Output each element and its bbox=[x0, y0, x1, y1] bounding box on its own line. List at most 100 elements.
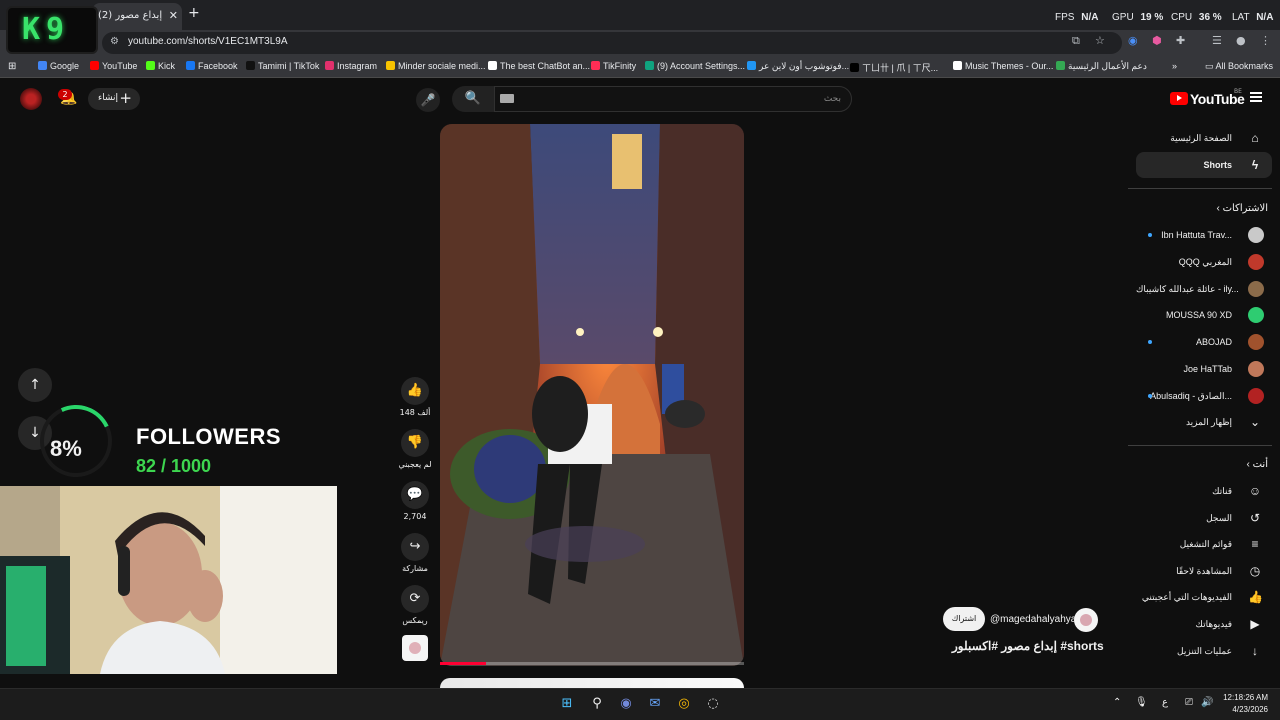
bookmark-3[interactable]: Facebook bbox=[186, 61, 238, 71]
all-bookmarks[interactable]: ▭ All Bookmarks bbox=[1205, 61, 1273, 72]
remix-button[interactable]: ⟳ ريمكس bbox=[400, 585, 430, 625]
search-input[interactable]: بحث bbox=[494, 86, 852, 112]
video-progress-bar[interactable] bbox=[440, 662, 744, 665]
sidebar-item-subscription[interactable]: QQQ المغربي bbox=[1136, 249, 1272, 275]
puzzle-icon[interactable]: ✚ bbox=[1176, 34, 1185, 47]
extension-icon[interactable]: ◉ bbox=[1128, 34, 1138, 47]
followers-label: FOLLOWERS bbox=[136, 424, 282, 449]
menu-icon[interactable]: ⋮ bbox=[1260, 34, 1271, 47]
bookmark-6[interactable]: Minder sociale medi... bbox=[386, 61, 486, 71]
like-button[interactable]: 👍 148 ألف bbox=[400, 377, 430, 417]
sound-thumbnail[interactable] bbox=[402, 635, 428, 661]
discord-icon[interactable]: ◉ bbox=[617, 695, 635, 713]
site-info-icon[interactable]: ⚙ bbox=[110, 36, 119, 47]
video-frame bbox=[440, 124, 744, 666]
create-label: إنشاء bbox=[98, 93, 119, 103]
bookmark-0[interactable]: Google bbox=[38, 61, 79, 71]
url-text[interactable]: youtube.com/shorts/V1EC1MT3L9A bbox=[128, 36, 288, 47]
new-content-dot bbox=[1148, 340, 1152, 345]
input-language[interactable]: ع bbox=[1162, 697, 1168, 708]
bookmark-7[interactable]: The best ChatBot an... bbox=[488, 61, 590, 71]
sidebar-item-history[interactable]: السجل ↺ bbox=[1136, 505, 1272, 531]
sidebar-item-shorts[interactable]: Shorts ϟ bbox=[1136, 152, 1272, 178]
reading-list-icon[interactable]: ☰ bbox=[1212, 34, 1222, 47]
system-clock[interactable]: 12:18:26 AM 4/23/2026 bbox=[1220, 692, 1268, 716]
channel-avatar bbox=[1248, 307, 1264, 324]
install-app-icon[interactable]: ⧉ bbox=[1072, 34, 1080, 48]
bookmark-11[interactable]: ㄒㄩ卄 | 爪 | ㄒ尺... bbox=[850, 61, 938, 74]
dislike-button[interactable]: 👎 لم يعجبني bbox=[398, 429, 432, 469]
bookmark-9[interactable]: (9) Account Settings... bbox=[645, 61, 745, 71]
chrome-icon[interactable]: ◎ bbox=[675, 695, 693, 713]
sidebar-item-home[interactable]: الصفحة الرئيسية ⌂ bbox=[1136, 125, 1272, 151]
close-icon[interactable]: ✕ bbox=[169, 9, 178, 22]
sidebar-item-watch-later[interactable]: المشاهدة لاحقًا ◷ bbox=[1136, 558, 1272, 584]
shield-extension-icon[interactable]: ⬢ bbox=[1152, 34, 1162, 47]
goal-percent: 8% bbox=[50, 436, 82, 461]
clock-date: 4/23/2026 bbox=[1232, 705, 1268, 714]
bookmark-4[interactable]: Tamimi | TikTok bbox=[246, 61, 319, 71]
voice-search-mic-icon[interactable]: 🎤 bbox=[416, 88, 440, 112]
chevron-down-icon: ⌄ bbox=[1249, 415, 1261, 429]
taskbar-search-icon[interactable]: ⚲ bbox=[588, 695, 606, 713]
comments-button[interactable]: 💬 2,704 bbox=[400, 481, 430, 521]
share-button[interactable]: ↪ مشاركة bbox=[400, 533, 430, 573]
sidebar-item-downloads[interactable]: عمليات التنزيل ↓ bbox=[1136, 638, 1272, 664]
more-bookmarks-icon[interactable]: » bbox=[1172, 61, 1177, 71]
sidebar-item-subscription[interactable]: Abulsadiq - الصادق... bbox=[1136, 383, 1272, 409]
hamburger-menu-icon[interactable] bbox=[1250, 92, 1262, 102]
previous-short-button[interactable]: ↑ bbox=[18, 368, 52, 402]
bookmark-favicon bbox=[953, 61, 962, 70]
channel-avatar bbox=[1248, 361, 1264, 377]
sidebar-item-channel[interactable]: قناتك ☺ bbox=[1136, 478, 1272, 504]
mail-icon[interactable]: ✉ bbox=[646, 695, 664, 713]
windows-start-icon[interactable]: ⊞ bbox=[558, 695, 576, 713]
bookmark-2[interactable]: Kick bbox=[146, 61, 175, 71]
tray-chevron-up-icon[interactable]: ⌃ bbox=[1113, 697, 1121, 708]
region-code: BE bbox=[1234, 88, 1242, 95]
sidebar-item-subscription[interactable]: ABOJAD bbox=[1136, 329, 1272, 355]
shorts-icon: ϟ bbox=[1251, 158, 1259, 172]
subscription-name: MOUSSA 90 XD bbox=[1165, 310, 1232, 321]
sidebar-item-liked[interactable]: الفيديوهات التي أعجبتني 👍 bbox=[1136, 584, 1272, 610]
bookmark-8[interactable]: TikFinity bbox=[591, 61, 636, 71]
channel-handle[interactable]: @magedahalyahya bbox=[990, 614, 1076, 625]
bookmark-star-icon[interactable]: ☆ bbox=[1095, 34, 1105, 47]
sidebar-item-subscription[interactable]: Joe HaTTab bbox=[1136, 356, 1272, 382]
bookmark-10[interactable]: فوتوشوب أون لاين عر... bbox=[747, 61, 849, 72]
sidebar-item-subscription[interactable]: MOUSSA 90 XD bbox=[1136, 302, 1272, 328]
create-button[interactable]: إنشاء + bbox=[88, 88, 140, 110]
profile-icon[interactable]: ● bbox=[1236, 34, 1246, 47]
network-icon[interactable]: ⎚ bbox=[1185, 697, 1193, 708]
bookmark-favicon bbox=[146, 61, 155, 70]
obs-icon[interactable]: ◌ bbox=[704, 695, 722, 713]
keyboard-icon[interactable] bbox=[500, 94, 514, 103]
windows-taskbar bbox=[0, 688, 1280, 720]
account-avatar[interactable] bbox=[20, 88, 42, 110]
tray-mic-icon[interactable]: 🎙 bbox=[1135, 697, 1148, 708]
new-tab-icon[interactable]: + bbox=[188, 5, 200, 21]
browser-tab[interactable]: إبداع مصور (2) ✕ bbox=[92, 3, 182, 30]
downloads-icon: ↓ bbox=[1252, 643, 1258, 658]
bookmark-5[interactable]: Instagram bbox=[325, 61, 377, 71]
bookmark-1[interactable]: YouTube bbox=[90, 61, 137, 71]
liked-icon: 👍 bbox=[1248, 590, 1263, 605]
bookmark-12[interactable]: Music Themes - Our... bbox=[953, 61, 1053, 71]
bookmark-13[interactable]: دعم الأعمال الرئيسية bbox=[1056, 61, 1147, 72]
you-header[interactable]: ‹ أنت bbox=[1136, 459, 1269, 470]
subscriptions-header[interactable]: ‹ الاشتراكات bbox=[1136, 203, 1268, 214]
short-video-player[interactable] bbox=[440, 124, 744, 666]
share-label: مشاركة bbox=[402, 564, 428, 573]
sidebar-item-playlists[interactable]: قوائم التشغيل ≡ bbox=[1136, 531, 1272, 557]
short-title[interactable]: إبداع مصور #اكسبلور #shorts bbox=[952, 639, 1104, 653]
channel-avatar[interactable] bbox=[1074, 608, 1098, 632]
apps-icon[interactable]: ⊞ bbox=[8, 61, 16, 72]
show-more-button[interactable]: إظهار المزيد ⌄ bbox=[1136, 409, 1272, 435]
sidebar-item-subscription[interactable]: Ibn Hattuta Trav... bbox=[1136, 222, 1272, 248]
sidebar-item-subscription[interactable]: عائلة عبدالله كاشيباك - ily... bbox=[1136, 276, 1272, 302]
volume-icon[interactable]: 🔊 bbox=[1201, 697, 1213, 708]
sidebar-item-your-videos[interactable]: فيديوهاتك ▶ bbox=[1136, 611, 1272, 637]
notification-badge: 2 bbox=[58, 89, 72, 100]
subscribe-button[interactable]: اشتراك bbox=[943, 607, 985, 631]
search-icon[interactable]: 🔍 bbox=[452, 86, 494, 112]
